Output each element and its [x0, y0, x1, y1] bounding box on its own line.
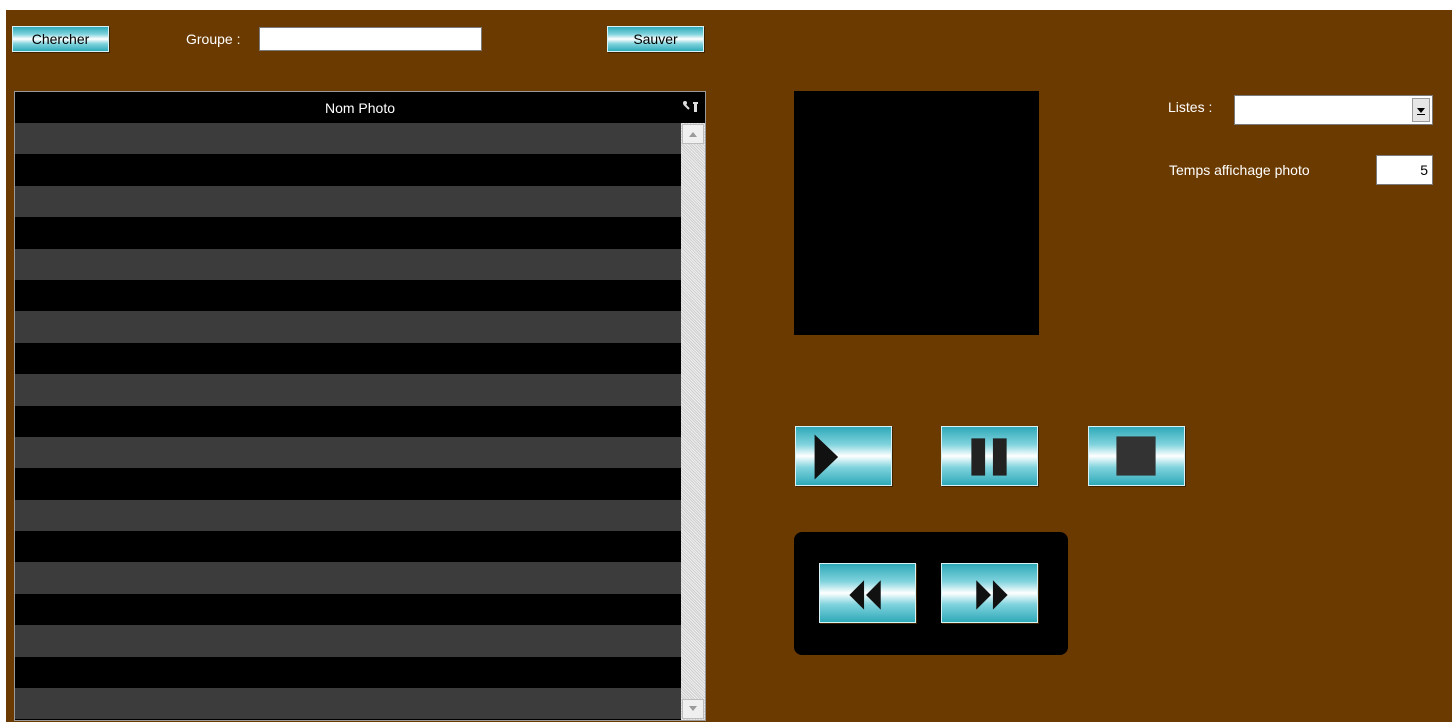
table-row[interactable] — [15, 436, 681, 469]
arrow-up-icon — [689, 132, 697, 137]
display-time-input[interactable] — [1376, 155, 1433, 185]
table-row[interactable] — [15, 593, 681, 626]
chevron-down-icon — [1417, 108, 1425, 115]
group-label: Groupe : — [186, 31, 241, 47]
table-row[interactable] — [15, 468, 681, 500]
stop-icon — [1116, 436, 1156, 476]
search-button[interactable]: Chercher — [12, 26, 109, 52]
table-row[interactable] — [15, 688, 681, 720]
arrow-down-icon — [689, 706, 697, 711]
next-button[interactable] — [941, 563, 1038, 623]
lists-label: Listes : — [1168, 99, 1213, 115]
top-border — [0, 0, 1452, 10]
left-border — [0, 0, 6, 722]
play-icon — [814, 434, 839, 480]
display-time-label: Temps affichage photo — [1169, 162, 1310, 178]
scroll-up-button[interactable] — [682, 124, 704, 144]
vertical-scrollbar[interactable] — [681, 123, 705, 720]
group-input[interactable] — [259, 27, 482, 51]
table-body[interactable] — [15, 123, 681, 720]
pause-icon — [971, 438, 1007, 476]
table-row[interactable] — [15, 154, 681, 186]
table-row[interactable] — [15, 625, 681, 657]
table-row[interactable] — [15, 311, 681, 343]
table-row[interactable] — [15, 405, 681, 437]
table-row[interactable] — [15, 123, 681, 155]
rewind-icon — [849, 580, 881, 610]
play-button[interactable] — [795, 426, 892, 486]
column-header-photo-name[interactable]: Nom Photo — [325, 100, 395, 116]
table-row[interactable] — [15, 499, 681, 532]
table-row[interactable] — [15, 374, 681, 406]
lists-dropdown-button[interactable] — [1412, 98, 1430, 122]
scroll-down-button[interactable] — [682, 699, 704, 719]
table-row[interactable] — [15, 562, 681, 594]
save-button[interactable]: Sauver — [607, 26, 704, 52]
table-row[interactable] — [15, 248, 681, 280]
fast-forward-icon — [976, 580, 1008, 610]
table-row[interactable] — [15, 531, 681, 563]
table-row[interactable] — [15, 185, 681, 218]
pause-button[interactable] — [941, 426, 1038, 486]
table-row[interactable] — [15, 279, 681, 312]
table-row[interactable] — [15, 342, 681, 375]
stop-button[interactable] — [1088, 426, 1185, 486]
photo-preview — [794, 91, 1039, 335]
table-row[interactable] — [15, 656, 681, 689]
table-header[interactable]: Nom Photo — [15, 92, 705, 123]
photo-table: Nom Photo — [14, 91, 706, 721]
column-tools-icon[interactable] — [683, 101, 699, 113]
table-row[interactable] — [15, 217, 681, 249]
previous-button[interactable] — [819, 563, 916, 623]
lists-select[interactable] — [1234, 95, 1433, 125]
